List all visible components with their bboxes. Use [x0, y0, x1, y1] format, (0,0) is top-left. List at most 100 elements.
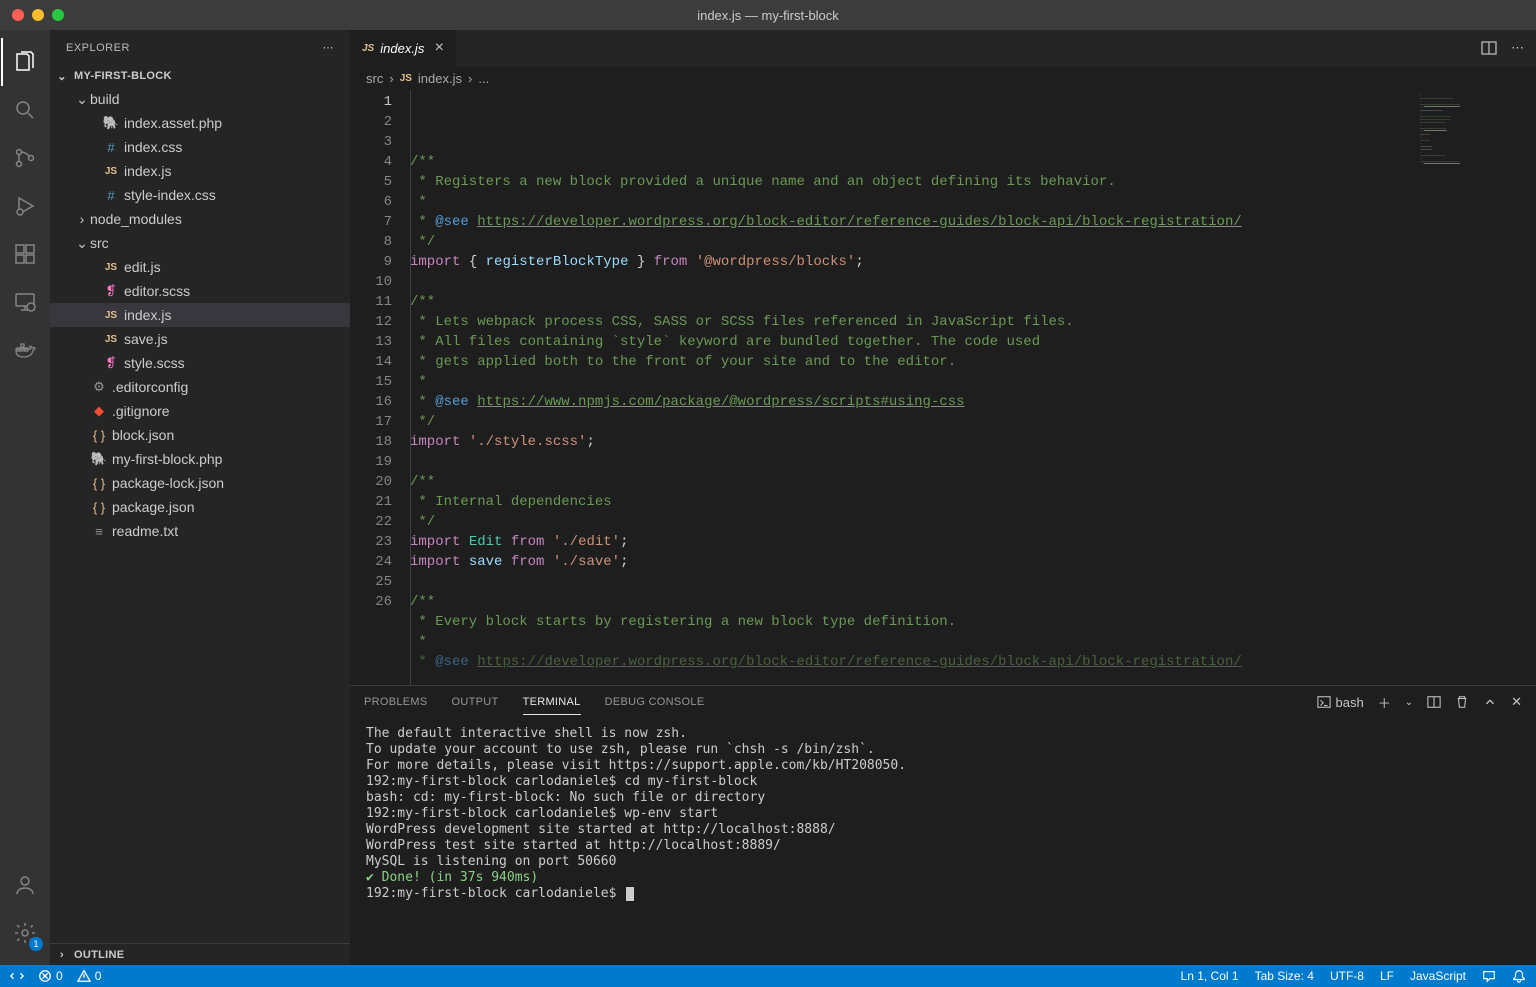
extensions-icon[interactable]	[1, 230, 49, 278]
tree-item-label: src	[90, 235, 109, 251]
split-editor-icon[interactable]	[1481, 40, 1497, 56]
file-item[interactable]: ⚙.editorconfig	[50, 375, 350, 399]
settings-icon[interactable]: 1	[1, 909, 49, 957]
tree-item-label: block.json	[112, 427, 174, 443]
terminal-output[interactable]: The default interactive shell is now zsh…	[350, 718, 1536, 965]
remote-indicator[interactable]	[10, 969, 24, 983]
tree-item-label: my-first-block.php	[112, 451, 222, 467]
file-item[interactable]: #style-index.css	[50, 183, 350, 207]
file-item[interactable]: JSedit.js	[50, 255, 350, 279]
run-debug-icon[interactable]	[1, 182, 49, 230]
file-item[interactable]: #index.css	[50, 135, 350, 159]
window-close-button[interactable]	[12, 9, 24, 21]
chevron-down-icon: ⌄	[74, 235, 90, 252]
tree-item-label: node_modules	[90, 211, 182, 227]
file-item[interactable]: { }block.json	[50, 423, 350, 447]
language-mode[interactable]: JavaScript	[1410, 969, 1466, 983]
editor-area: JS index.js × ⋯ src › JS index.js › ... …	[350, 30, 1536, 965]
sidebar-more-icon[interactable]: ⋯	[323, 41, 335, 54]
close-panel-icon[interactable]: ✕	[1511, 694, 1522, 710]
file-item[interactable]: JSsave.js	[50, 327, 350, 351]
eol[interactable]: LF	[1380, 969, 1394, 983]
panel: PROBLEMS OUTPUT TERMINAL DEBUG CONSOLE bash…	[350, 685, 1536, 965]
breadcrumb-part[interactable]: ...	[478, 71, 489, 86]
docker-icon[interactable]	[1, 326, 49, 374]
notifications-icon[interactable]	[1512, 969, 1526, 983]
tree-item-label: index.js	[124, 307, 171, 323]
file-item[interactable]: JSindex.js	[50, 159, 350, 183]
errors-count[interactable]: 0	[38, 969, 63, 983]
file-item[interactable]: ◆.gitignore	[50, 399, 350, 423]
tree-item-label: edit.js	[124, 259, 161, 275]
window-minimize-button[interactable]	[32, 9, 44, 21]
terminal-dropdown-icon[interactable]: ⌄	[1405, 697, 1413, 708]
cursor-position[interactable]: Ln 1, Col 1	[1181, 969, 1239, 983]
file-tree[interactable]: ⌄build🐘index.asset.php#index.cssJSindex.…	[50, 87, 350, 943]
remote-explorer-icon[interactable]	[1, 278, 49, 326]
breadcrumb-part[interactable]: index.js	[418, 71, 462, 86]
accounts-icon[interactable]	[1, 861, 49, 909]
outline-label: OUTLINE	[74, 949, 124, 961]
js-icon: JS	[362, 43, 374, 54]
file-item[interactable]: ≡readme.txt	[50, 519, 350, 543]
folder-item[interactable]: ⌄build	[50, 87, 350, 111]
feedback-icon[interactable]	[1482, 969, 1496, 983]
file-item[interactable]: ❡editor.scss	[50, 279, 350, 303]
titlebar: index.js — my-first-block	[0, 0, 1536, 30]
encoding[interactable]: UTF-8	[1330, 969, 1364, 983]
settings-badge: 1	[29, 937, 43, 951]
panel-tab-output[interactable]: OUTPUT	[452, 690, 499, 714]
more-actions-icon[interactable]: ⋯	[1511, 40, 1524, 56]
tree-item-label: index.asset.php	[124, 115, 222, 131]
project-header[interactable]: ⌄ MY-FIRST-BLOCK	[50, 65, 350, 87]
panel-tab-terminal[interactable]: TERMINAL	[523, 690, 581, 715]
chevron-right-icon: ›	[74, 211, 90, 227]
tree-item-label: style-index.css	[124, 187, 216, 203]
breadcrumbs[interactable]: src › JS index.js › ...	[350, 66, 1536, 90]
tab-close-icon[interactable]: ×	[434, 39, 443, 57]
chevron-right-icon: ›	[54, 949, 70, 961]
breadcrumb-part[interactable]: src	[366, 71, 383, 86]
line-numbers: 1234567891011121314151617181920212223242…	[350, 90, 410, 685]
new-terminal-icon[interactable]: ＋	[1378, 693, 1391, 712]
tree-item-label: package.json	[112, 499, 195, 515]
split-terminal-icon[interactable]	[1427, 695, 1441, 709]
tab-size[interactable]: Tab Size: 4	[1255, 969, 1314, 983]
tree-item-label: index.js	[124, 163, 171, 179]
chevron-down-icon: ⌄	[74, 91, 90, 108]
js-icon: JS	[400, 73, 412, 84]
minimap[interactable]: ━━━━━━━━━━━━━━━━━━━━━━━━━━━━━━━━━━━━━━━━…	[1416, 90, 1536, 685]
file-item[interactable]: 🐘my-first-block.php	[50, 447, 350, 471]
chevron-right-icon: ›	[468, 71, 472, 86]
file-item[interactable]: 🐘index.asset.php	[50, 111, 350, 135]
tab-bar: JS index.js × ⋯	[350, 30, 1536, 66]
chevron-down-icon: ⌄	[54, 70, 70, 83]
maximize-panel-icon[interactable]	[1483, 695, 1497, 709]
code-editor[interactable]: 1234567891011121314151617181920212223242…	[350, 90, 1536, 685]
folder-item[interactable]: ⌄src	[50, 231, 350, 255]
warnings-count[interactable]: 0	[77, 969, 102, 983]
code-content[interactable]: /** * Registers a new block provided a u…	[410, 90, 1536, 685]
file-item[interactable]: { }package-lock.json	[50, 471, 350, 495]
terminal-shell-label[interactable]: bash	[1317, 695, 1363, 710]
file-item[interactable]: ❡style.scss	[50, 351, 350, 375]
panel-tab-problems[interactable]: PROBLEMS	[364, 690, 428, 714]
explorer-icon[interactable]	[1, 38, 49, 86]
statusbar: 0 0 Ln 1, Col 1 Tab Size: 4 UTF-8 LF Jav…	[0, 965, 1536, 987]
file-item[interactable]: { }package.json	[50, 495, 350, 519]
tab-index-js[interactable]: JS index.js ×	[350, 30, 457, 66]
search-icon[interactable]	[1, 86, 49, 134]
folder-item[interactable]: ›node_modules	[50, 207, 350, 231]
activity-bar: 1	[0, 30, 50, 965]
outline-header[interactable]: › OUTLINE	[50, 943, 350, 965]
tree-item-label: build	[90, 91, 120, 107]
tree-item-label: package-lock.json	[112, 475, 224, 491]
window-maximize-button[interactable]	[52, 9, 64, 21]
tree-item-label: save.js	[124, 331, 168, 347]
tab-label: index.js	[380, 41, 424, 56]
source-control-icon[interactable]	[1, 134, 49, 182]
tree-item-label: index.css	[124, 139, 182, 155]
file-item[interactable]: JSindex.js	[50, 303, 350, 327]
kill-terminal-icon[interactable]	[1455, 695, 1469, 709]
panel-tab-debug-console[interactable]: DEBUG CONSOLE	[605, 690, 705, 714]
